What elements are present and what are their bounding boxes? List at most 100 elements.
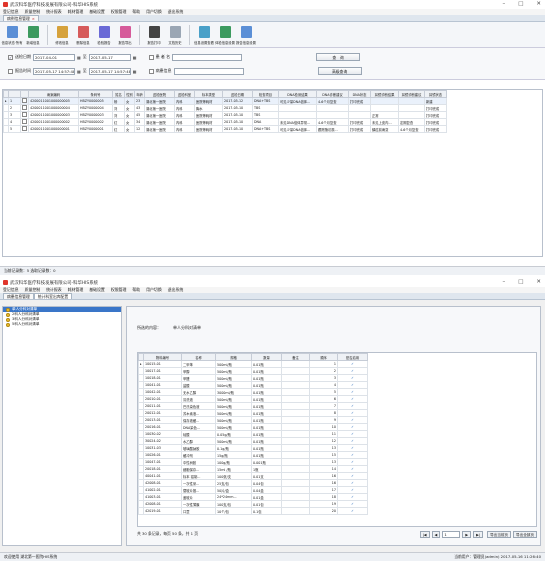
row-checkbox[interactable] — [22, 119, 27, 124]
info-input[interactable] — [173, 67, 244, 75]
table-row[interactable]: 10030-02 硅酸 0.05g/瓶 0.01瓶 11 ✓ — [138, 430, 368, 438]
column-header[interactable]: 送检医院 — [144, 90, 175, 98]
maximize-icon[interactable]: □ — [518, 1, 523, 7]
column-header[interactable]: 送检日期 — [222, 90, 253, 98]
table-cell[interactable] — [20, 118, 29, 126]
table-cell[interactable]: ✓ — [337, 409, 368, 417]
toolbar-button[interactable]: 报告打印 — [145, 26, 163, 45]
table-cell[interactable]: ✓ — [337, 374, 368, 382]
table-cell[interactable]: ✓ — [337, 479, 368, 487]
row-checkbox[interactable] — [22, 98, 27, 103]
tab-case-management[interactable]: 病例信息管理 × — [3, 15, 39, 21]
menu-item[interactable]: 用户切换 — [146, 287, 162, 293]
menu-item[interactable]: 耗材管理 — [68, 9, 84, 15]
menu-item[interactable]: 基础设置 — [89, 287, 105, 293]
column-header[interactable] — [20, 90, 29, 98]
tree-node[interactable]: 5科人分科对清单 — [3, 322, 121, 327]
close-tab-icon[interactable]: × — [32, 16, 35, 22]
table-cell[interactable]: ✓ — [337, 395, 368, 403]
column-header[interactable]: DNA检测结果 — [278, 90, 317, 98]
toolbar-button[interactable]: 文档历史 — [166, 26, 184, 45]
menu-item[interactable]: 用户切换 — [146, 9, 162, 15]
prev-page-button[interactable]: ◀ — [431, 530, 441, 538]
toolbar-button[interactable]: 报告信息设置 — [236, 26, 256, 45]
reg-date-checkbox[interactable] — [8, 54, 13, 60]
row-checkbox[interactable] — [22, 126, 27, 131]
minimize-icon[interactable]: – — [502, 279, 505, 285]
column-header[interactable]: 名称 — [181, 353, 216, 361]
table-row[interactable]: 40041-01 标本 铝制... 100张/支 0.01支 16 ✓ — [138, 472, 368, 480]
column-header[interactable]: 检查项目 — [252, 90, 279, 98]
table-row[interactable]: 42008-01 一次性采... 25支/包 0.04包 16 ✓ — [138, 479, 368, 487]
table-cell[interactable]: ✓ — [337, 465, 368, 473]
column-header[interactable] — [8, 90, 21, 98]
table-cell[interactable]: ✓ — [337, 437, 368, 445]
column-header[interactable]: 送检科室 — [174, 90, 195, 98]
table-row[interactable]: 10026-01 缓冲剂 15g/瓶 0.01瓶 15 ✓ — [138, 451, 368, 459]
maximize-icon[interactable]: □ — [518, 279, 523, 285]
print-date-to[interactable]: 2017-05-17 14:57:48 — [88, 67, 131, 75]
menu-item[interactable]: 帮助 — [132, 9, 140, 15]
table-row[interactable]: 20012-01 苏木素液... 500ml/瓶 0.01瓶 8 ✓ — [138, 409, 368, 417]
table-cell[interactable]: ✓ — [337, 423, 368, 431]
menu-item[interactable]: 帮助 — [132, 287, 140, 293]
last-page-button[interactable]: ▶| — [473, 530, 484, 538]
column-header[interactable]: DNA诊断建议 — [316, 90, 349, 98]
table-row[interactable]: ▸ 1 4200011001000000005 HBZY0000005 杨女 23 湖北第一… — [3, 97, 447, 105]
table-row[interactable]: 3 4200011001000000003 HBZY0000003 刘女 45 湖北第一医… — [3, 111, 447, 119]
table-cell[interactable]: ✓ — [337, 472, 368, 480]
table-cell[interactable]: ✓ — [337, 486, 368, 494]
export-page-button[interactable]: 导出当前页 — [487, 530, 512, 538]
first-page-button[interactable]: |◀ — [419, 530, 430, 538]
table-cell[interactable] — [20, 104, 29, 112]
table-cell[interactable]: ✓ — [337, 500, 368, 508]
table-cell[interactable]: ✓ — [337, 388, 368, 396]
table-row[interactable]: 41002-01 载玻片推... 50片/盒 0.04盒 17 ✓ — [138, 486, 368, 494]
column-header[interactable]: 姓名 — [112, 90, 125, 98]
info-checkbox[interactable] — [148, 68, 154, 74]
table-row[interactable]: 20016-01 DNA染色... 500ml/瓶 0.01瓶 10 ✓ — [138, 423, 368, 431]
calendar-icon[interactable]: ▦ — [133, 55, 137, 60]
reg-date-from[interactable]: 2017-04-01 — [33, 53, 75, 61]
column-header[interactable]: 物料编号 — [143, 353, 182, 361]
table-cell[interactable]: ✓ — [337, 402, 368, 410]
table-row[interactable]: 20018-01 细胞保存... 15ml /瓶 1瓶 14 ✓ — [138, 465, 368, 473]
column-header[interactable]: 条码号 — [78, 90, 113, 98]
menu-item[interactable]: 统计报表 — [46, 9, 62, 15]
print-date-checkbox[interactable] — [8, 68, 13, 74]
column-header[interactable]: 数量 — [251, 353, 282, 361]
toolbar-button[interactable]: 报告导出 — [116, 26, 134, 45]
table-row[interactable]: 5 4200011001000000001 HBZY0000001 红女 12 湖北第一医… — [3, 125, 447, 133]
table-row[interactable]: 10031-03 玻璃酸钠胶 0.1g/瓶 0.01瓶 13 ✓ — [138, 444, 368, 452]
table-row[interactable]: ▸ 10015-01 二甲苯 500ml/瓶 0.01瓶 1 ✓ — [138, 360, 368, 368]
table-row[interactable]: 42019-01 口罩 10个/包 0.1包 20 ✓ — [138, 507, 368, 515]
column-header[interactable]: 耳镜诊断建议 — [398, 90, 425, 98]
column-header[interactable]: 性别 — [124, 90, 135, 98]
table-cell[interactable]: ✓ — [337, 444, 368, 452]
table-cell[interactable]: ✓ — [337, 493, 368, 501]
column-header[interactable]: 是否启用 — [337, 353, 368, 361]
table-cell[interactable]: ✓ — [337, 451, 368, 459]
menu-item[interactable]: 退出系统 — [168, 287, 184, 293]
toolbar-button[interactable]: 信息设置查看 — [194, 26, 214, 45]
column-header[interactable]: 病案编码 — [28, 90, 79, 98]
table-row[interactable]: 10047-01 中性树胶 100g/瓶 0.001瓶 13 ✓ — [138, 458, 368, 466]
table-row[interactable]: 41003-01 盖玻片 24*24mm... 0.01盒 18 ✓ — [138, 493, 368, 501]
column-header[interactable]: 规格 — [215, 353, 252, 361]
menu-item[interactable]: 退出系统 — [168, 9, 184, 15]
table-cell[interactable]: ✓ — [337, 360, 368, 368]
toolbar-button[interactable]: 体检信息设置 — [215, 26, 235, 45]
next-page-button[interactable]: ▶ — [462, 530, 472, 538]
table-row[interactable]: 20010-01 清洗液 500ml/瓶 0.01瓶 6 ✓ — [138, 395, 368, 403]
close-icon[interactable]: ✕ — [536, 279, 541, 285]
column-header[interactable]: 标本类型 — [194, 90, 223, 98]
column-header[interactable]: 年龄 — [134, 90, 145, 98]
row-checkbox[interactable] — [22, 105, 27, 110]
table-cell[interactable]: ✓ — [337, 367, 368, 375]
name-input[interactable] — [172, 53, 243, 61]
query-button[interactable]: 查 询 — [316, 53, 361, 61]
menu-item[interactable]: 权限管理 — [111, 287, 127, 293]
column-header[interactable]: 顺序 — [309, 353, 338, 361]
table-row[interactable]: 10017-01 甲醇 500ml/瓶 0.01瓶 2 ✓ — [138, 367, 368, 375]
table-cell[interactable]: ✓ — [337, 416, 368, 424]
